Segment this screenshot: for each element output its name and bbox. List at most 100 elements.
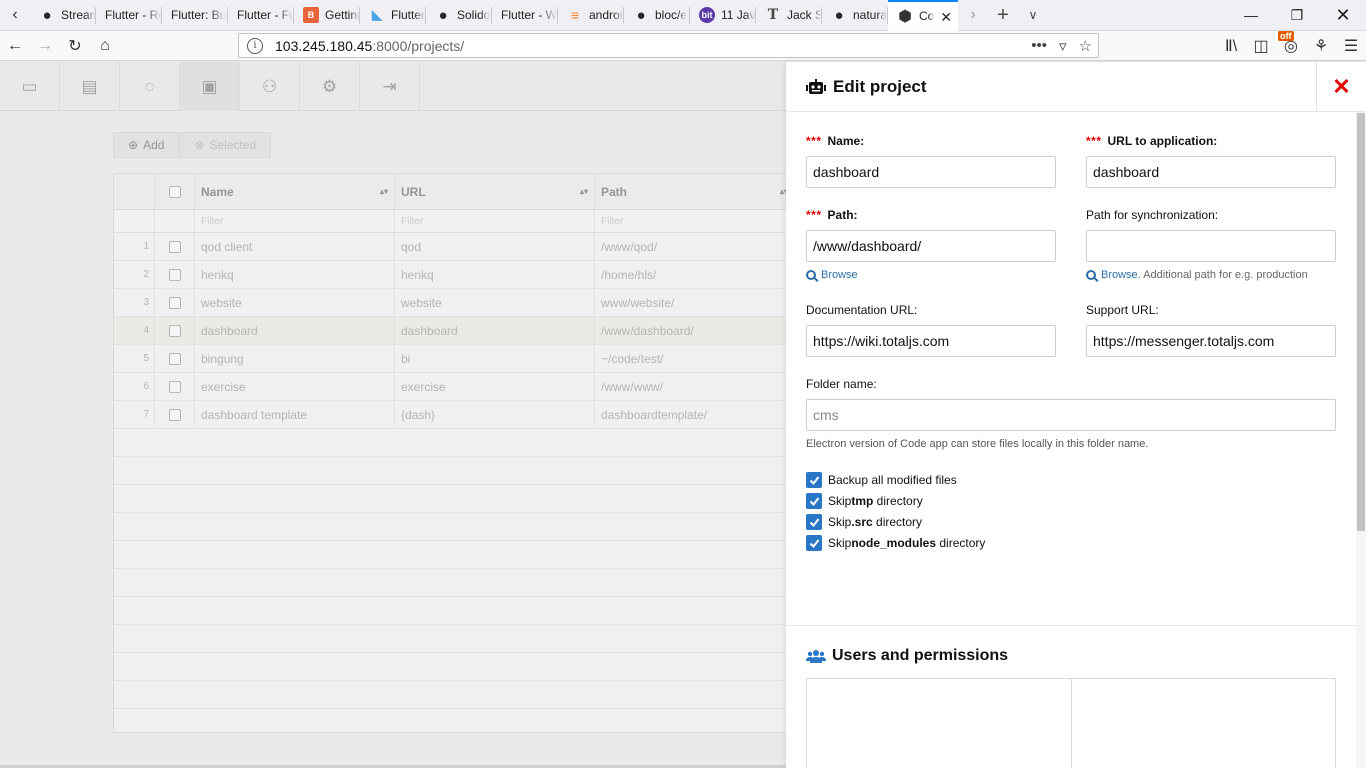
panel-title: Edit project bbox=[833, 76, 927, 96]
forward-icon[interactable]: → bbox=[30, 32, 60, 60]
option-checkbox[interactable]: Backup all modified files bbox=[806, 472, 957, 488]
tab[interactable]: Flutter: Bu bbox=[162, 0, 228, 31]
app-url-input[interactable]: dashboard bbox=[1086, 156, 1336, 188]
path-label: Path: bbox=[827, 208, 858, 222]
tab-label: Flutter: Bu bbox=[171, 8, 227, 22]
sync-path-field-group: Path for synchronization: Browse. Additi… bbox=[1086, 208, 1336, 281]
tab[interactable]: ● Solido bbox=[426, 0, 492, 31]
tab-label: Flutter bbox=[391, 8, 426, 22]
tab[interactable]: Flutter - W bbox=[492, 0, 558, 31]
restore-icon[interactable]: ❐ bbox=[1274, 0, 1320, 31]
tab-label: Flutter - Fu bbox=[237, 8, 294, 22]
tab[interactable]: ● natura bbox=[822, 0, 888, 31]
tab[interactable]: bit 11 Java bbox=[690, 0, 756, 31]
sync-path-input[interactable] bbox=[1086, 230, 1336, 262]
checkbox-checked-icon[interactable] bbox=[806, 493, 822, 509]
tab[interactable]: B Getting bbox=[294, 0, 360, 31]
tab[interactable]: ● Stream bbox=[30, 0, 96, 31]
reload-icon[interactable]: ↻ bbox=[60, 32, 90, 60]
app-url-field-group: *** URL to application: dashboard bbox=[1086, 134, 1336, 188]
checkbox-checked-icon[interactable] bbox=[806, 514, 822, 530]
tab[interactable]: ≡ android bbox=[558, 0, 624, 31]
home-icon[interactable]: ⌂ bbox=[90, 32, 120, 60]
tab-scroll-right-icon[interactable]: › bbox=[958, 0, 988, 31]
list-all-tabs-icon[interactable]: ∨ bbox=[1018, 0, 1048, 31]
modal-dim-overlay bbox=[0, 62, 786, 768]
panel-scrollbar-thumb[interactable] bbox=[1357, 113, 1365, 531]
tab-label: bloc/e bbox=[655, 8, 688, 22]
new-tab-icon[interactable]: + bbox=[988, 0, 1018, 31]
users-permissions-box bbox=[806, 678, 1336, 768]
tab-label: 11 Java bbox=[721, 8, 756, 22]
flutter-icon: ◣ bbox=[372, 7, 382, 22]
robot-icon bbox=[806, 78, 826, 94]
users-list[interactable] bbox=[807, 679, 1072, 768]
menu-icon[interactable]: ☰ bbox=[1336, 32, 1366, 60]
url-host: 103.245.180.45 bbox=[275, 37, 373, 54]
site-info-icon[interactable]: i bbox=[247, 37, 263, 54]
tab-active[interactable]: ⬢ Co ✕ bbox=[888, 0, 958, 31]
name-input[interactable]: dashboard bbox=[806, 156, 1056, 188]
option-checkbox[interactable]: Skip .src directory bbox=[806, 514, 922, 530]
back-icon[interactable]: ← bbox=[0, 32, 30, 60]
checkbox-checked-icon[interactable] bbox=[806, 472, 822, 488]
browse-label: Browse bbox=[821, 269, 858, 281]
checkbox-label-suffix: directory bbox=[873, 494, 923, 508]
sidebar-icon[interactable]: ◫ bbox=[1246, 32, 1276, 60]
folder-input[interactable]: cms bbox=[806, 399, 1336, 431]
doc-url-label: Documentation URL: bbox=[806, 303, 918, 317]
sync-path-label: Path for synchronization: bbox=[1086, 208, 1219, 222]
window-close-icon[interactable]: ✕ bbox=[1320, 0, 1366, 31]
library-icon[interactable]: Ⅱ\ bbox=[1216, 32, 1246, 60]
permissions-list[interactable] bbox=[1072, 679, 1336, 768]
checkbox-label: Skip bbox=[828, 515, 852, 529]
blogger-icon: B bbox=[303, 7, 319, 23]
search-icon bbox=[806, 270, 816, 280]
support-url-field-group: Support URL: https://messenger.totaljs.c… bbox=[1086, 303, 1336, 357]
option-checkbox[interactable]: Skip tmp directory bbox=[806, 493, 923, 509]
browse-path-link[interactable]: Browse bbox=[806, 269, 1056, 281]
tab-label: Co bbox=[919, 9, 935, 23]
github-icon: ● bbox=[42, 6, 52, 24]
tab[interactable]: Flutter - Fu bbox=[228, 0, 294, 31]
checkbox-checked-icon[interactable] bbox=[806, 535, 822, 551]
github-icon: ● bbox=[438, 6, 448, 24]
users-icon bbox=[806, 650, 826, 663]
users-permissions-heading: Users and permissions bbox=[806, 647, 1008, 665]
address-bar[interactable]: i 103.245.180.45:8000/projects/ ••• ▿ ☆ bbox=[238, 33, 1099, 58]
tab[interactable]: T Jack St bbox=[756, 0, 822, 31]
name-label: Name: bbox=[827, 134, 865, 148]
close-panel-button[interactable]: ✕ bbox=[1316, 62, 1366, 112]
checkbox-label: Skip bbox=[828, 536, 852, 550]
pocket-icon[interactable]: ▿ bbox=[1059, 37, 1067, 55]
checkbox-label-bold: .src bbox=[851, 515, 873, 529]
tab-strip: ● Stream Flutter - Re Flutter: Bu Flutter - … bbox=[30, 0, 958, 31]
path-input[interactable]: /www/dashboard/ bbox=[806, 230, 1056, 262]
browse-sync-link[interactable]: Browse bbox=[1101, 269, 1138, 281]
sync-hint: . Additional path for e.g. production bbox=[1137, 269, 1308, 281]
code-icon: ⬢ bbox=[898, 8, 912, 25]
doc-url-input[interactable]: https://wiki.totaljs.com bbox=[806, 325, 1056, 357]
checkbox-label-bold: tmp bbox=[851, 494, 874, 508]
typography-icon: T bbox=[767, 7, 779, 23]
edit-project-panel: Edit project ✕ *** Name: dashboard *** URL… bbox=[786, 62, 1366, 768]
minimize-icon[interactable]: — bbox=[1228, 0, 1274, 31]
required-mark: *** bbox=[806, 208, 822, 222]
tab-scroll-left-icon[interactable]: ‹ bbox=[0, 0, 30, 31]
support-url-input[interactable]: https://messenger.totaljs.com bbox=[1086, 325, 1336, 357]
github-icon: ● bbox=[834, 6, 844, 24]
tab[interactable]: Flutter - Re bbox=[96, 0, 162, 31]
bit-icon: bit bbox=[699, 7, 715, 23]
page-actions-icon[interactable]: ••• bbox=[1031, 37, 1047, 55]
tab-label: Solido bbox=[457, 8, 491, 22]
close-icon: ✕ bbox=[1332, 74, 1351, 99]
bookmark-star-icon[interactable]: ☆ bbox=[1079, 37, 1092, 55]
extension-icon[interactable]: ◎ off bbox=[1276, 31, 1306, 60]
close-tab-icon[interactable]: ✕ bbox=[940, 9, 952, 26]
checkbox-label-bold: node_modules bbox=[851, 536, 937, 550]
option-checkbox[interactable]: Skip node_modules directory bbox=[806, 535, 985, 551]
tab[interactable]: ● bloc/e bbox=[624, 0, 690, 31]
extension-2-icon[interactable]: ⚘ bbox=[1306, 32, 1336, 60]
tab[interactable]: ◣ Flutter bbox=[360, 0, 426, 31]
tab-label: Getting bbox=[325, 8, 360, 22]
